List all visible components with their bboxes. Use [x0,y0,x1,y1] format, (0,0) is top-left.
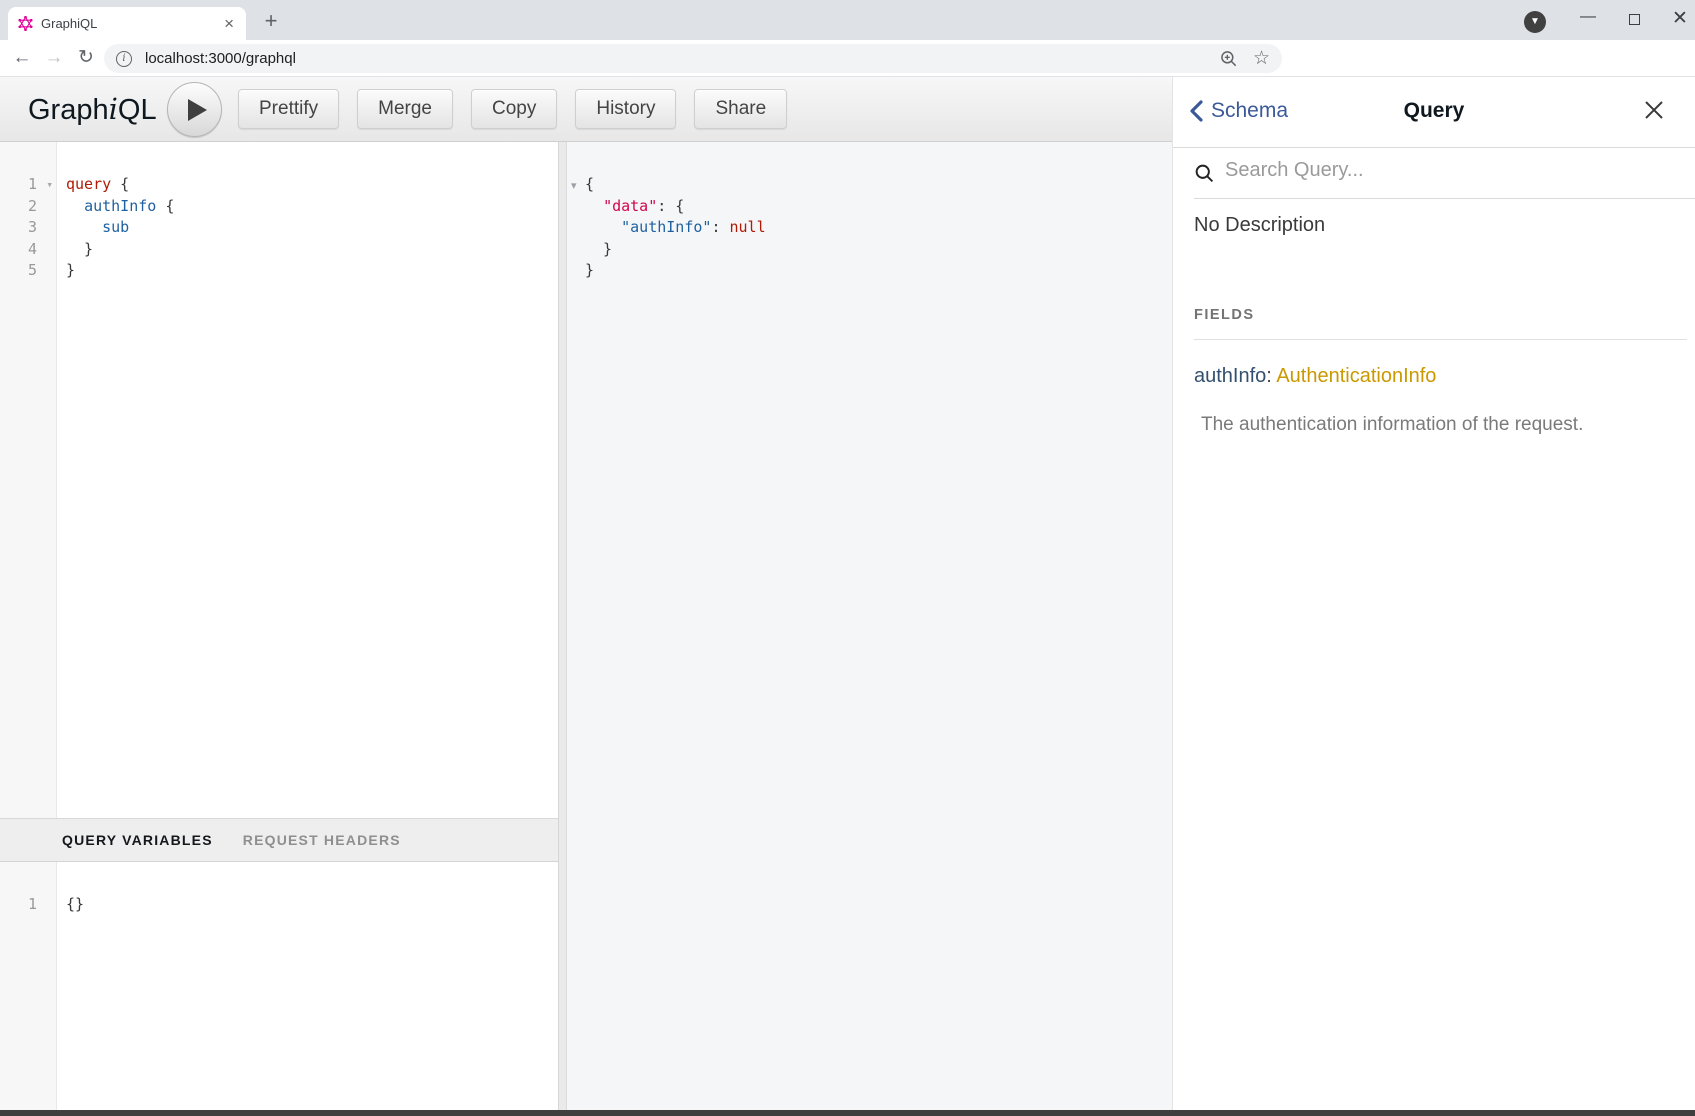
tab-query-variables[interactable]: QUERY VARIABLES [62,832,213,848]
search-underline [1194,198,1695,199]
result-viewer[interactable]: ▾ { "data": { "authInfo": null }} [567,142,1172,1110]
doc-no-description: No Description [1194,214,1325,237]
doc-fields-header: FIELDS [1194,307,1255,323]
field-description: The authentication information of the re… [1201,414,1685,436]
pane-divider[interactable] [558,142,567,1110]
toolbar-buttons: Prettify Merge Copy History Share [238,89,805,129]
doc-field-row: authInfo: AuthenticationInfo [1194,365,1685,388]
code-line: sub [66,217,558,239]
doc-close-icon[interactable] [1643,99,1665,126]
chrome-update-indicator-icon[interactable]: ▼ [1524,11,1546,33]
window-maximize-button[interactable] [1611,0,1657,39]
field-name-link[interactable]: authInfo [1194,365,1266,387]
code-line: } [66,239,558,261]
code-line: {} [66,894,558,916]
tab-strip: GraphiQL × + ▼ — ✕ [0,0,1695,40]
line-number: 1 [0,894,56,916]
doc-search-input[interactable] [1223,158,1643,183]
field-type-link[interactable]: AuthenticationInfo [1276,365,1436,387]
line-number: 4 [0,239,56,261]
code-line: } [585,260,766,282]
code-line: "data": { [585,196,766,218]
graphiql-toolbar: GraphiQL Prettify Merge Copy History Share [0,77,1172,142]
address-bar: ← → ↻ i ☆ P ✛ [0,40,1695,77]
tab-request-headers[interactable]: REQUEST HEADERS [243,832,401,848]
merge-button[interactable]: Merge [357,89,453,129]
doc-title: Query [1173,99,1695,123]
fold-arrow-icon[interactable]: ▾ [46,174,53,196]
url-input[interactable] [143,49,1219,68]
code-line: { [585,174,766,196]
doc-explorer-header: Schema Query [1173,77,1695,148]
variables-bar: QUERY VARIABLES REQUEST HEADERS [0,818,558,862]
line-number: 3 [0,217,56,239]
omnibox[interactable]: i ☆ [104,44,1282,73]
variables-gutter: 1 [0,862,57,1110]
code-line: } [585,239,766,261]
window-minimize-button[interactable]: — [1565,0,1611,39]
play-icon [188,99,207,121]
new-tab-button[interactable]: + [258,8,284,34]
window-close-button[interactable]: ✕ [1657,0,1695,39]
line-number: 2 [0,196,56,218]
query-editor-code[interactable]: query { authInfo { sub }} [66,142,558,818]
back-icon[interactable]: ← [8,40,36,76]
history-button[interactable]: History [575,89,676,129]
execute-button[interactable] [167,82,222,137]
taskbar-edge [0,1110,1695,1116]
query-editor[interactable]: 1▾2345 query { authInfo { sub }} [0,142,558,818]
query-editor-gutter: 1▾2345 [0,142,57,818]
code-line: query { [66,174,558,196]
code-line: authInfo { [66,196,558,218]
code-line: "authInfo": null [585,217,766,239]
copy-button[interactable]: Copy [471,89,557,129]
code-line: } [66,260,558,282]
line-number: 5 [0,260,56,282]
browser-window: GraphiQL × + ▼ — ✕ ← → ↻ i ☆ P ✛ [0,0,1695,1116]
zoom-icon[interactable] [1219,49,1239,69]
search-icon [1194,163,1215,184]
forward-icon[interactable]: → [40,40,68,76]
bookmark-star-icon[interactable]: ☆ [1253,47,1270,70]
query-variables-editor[interactable]: 1 {} [0,862,558,1110]
fields-divider [1194,339,1687,340]
tab-title: GraphiQL [41,16,222,31]
graphql-favicon-icon [18,16,33,31]
tab-close-icon[interactable]: × [222,15,236,32]
fold-arrow-icon[interactable]: ▾ [571,179,577,192]
variables-code[interactable]: {} [66,862,558,1110]
doc-search [1173,148,1695,199]
doc-explorer: Schema Query No Description [1172,77,1695,1110]
doc-fields-list: authInfo: AuthenticationInfo The authenti… [1194,365,1685,436]
line-number: 1▾ [0,174,56,196]
graphiql-logo: GraphiQL [28,92,157,127]
reload-icon[interactable]: ↻ [72,40,100,76]
graphiql-app: GraphiQL Prettify Merge Copy History Share 1… [0,77,1695,1110]
browser-tab[interactable]: GraphiQL × [8,7,246,40]
prettify-button[interactable]: Prettify [238,89,339,129]
page-info-icon[interactable]: i [116,51,132,67]
result-viewer-code: { "data": { "authInfo": null }} [585,142,766,282]
field-separator: : [1266,365,1276,387]
share-button[interactable]: Share [694,89,787,129]
